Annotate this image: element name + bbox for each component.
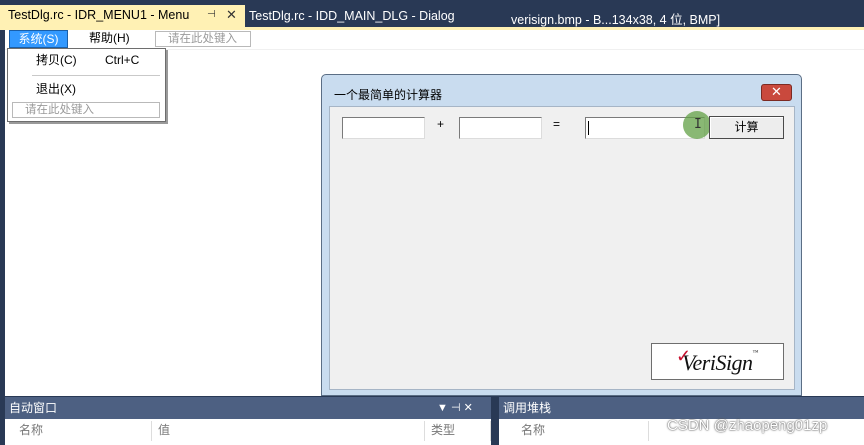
dialog-title: 一个最简单的计算器 — [334, 88, 443, 102]
close-icon[interactable]: ✕ — [226, 7, 237, 23]
column-name[interactable]: 名称 — [5, 421, 152, 441]
tab-menu-editor[interactable]: TestDlg.rc - IDR_MENU1 - Menu ⊣ ✕ — [0, 5, 245, 28]
tab-dialog-editor[interactable]: TestDlg.rc - IDD_MAIN_DLG - Dialog — [243, 6, 461, 27]
menu-item-copy-accelerator: Ctrl+C — [105, 53, 140, 67]
tab-dialog-editor-label: TestDlg.rc - IDD_MAIN_DLG - Dialog — [249, 9, 455, 23]
system-menu-dropdown: 拷贝(C) Ctrl+C 退出(X) 请在此处键入 — [7, 48, 166, 122]
verisign-logo-picture[interactable]: ✓ VeriSign™ — [651, 343, 784, 380]
operand1-input[interactable] — [342, 117, 425, 139]
text-caret — [588, 121, 589, 135]
call-stack-title: 调用堆栈 — [503, 401, 552, 415]
equals-label: = — [553, 117, 561, 131]
pin-icon[interactable]: ⊣ — [207, 9, 216, 20]
watermark: CSDN @zhaopeng01zp — [667, 417, 828, 434]
calculate-button[interactable]: 计算 — [709, 116, 784, 139]
column-type[interactable]: 类型 — [425, 421, 491, 441]
menu-item-help[interactable]: 帮助(H) — [85, 30, 134, 48]
dialog-client-area: + = I 计算 ✓ VeriSign™ — [329, 106, 795, 390]
menu-item-system[interactable]: 系统(S) — [9, 30, 68, 48]
dropdown-type-here-field[interactable]: 请在此处键入 — [12, 102, 160, 118]
trademark-mark: ™ — [752, 350, 759, 356]
auto-window-title: 自动窗口 — [9, 401, 58, 415]
operand2-input[interactable] — [459, 117, 542, 139]
calculator-dialog[interactable]: 一个最简单的计算器 ✕ + = I 计算 ✓ VeriSign™ — [321, 74, 802, 396]
panel-controls-icon[interactable]: ▼ ⊣ ✕ — [437, 397, 473, 419]
plus-label: + — [437, 117, 445, 131]
ide-window: { "tabs": [ {"label": "TestDlg.rc - IDR_… — [0, 0, 864, 445]
column-value[interactable]: 值 — [152, 421, 425, 441]
menu-item-copy[interactable]: 拷贝(C) Ctrl+C — [8, 50, 165, 71]
document-tab-strip: TestDlg.rc - IDR_MENU1 - Menu ⊣ ✕ TestDl… — [0, 0, 864, 28]
menu-type-here-field[interactable]: 请在此处键入 — [155, 31, 251, 47]
tab-menu-editor-label: TestDlg.rc - IDR_MENU1 - Menu — [8, 8, 190, 22]
tab-bitmap-editor[interactable]: verisign.bmp - B...134x38, 4 位, BMP] — [505, 6, 726, 27]
menu-item-exit-label: 退出(X) — [36, 82, 76, 96]
verisign-logo: ✓ VeriSign™ — [676, 346, 759, 376]
menu-item-exit[interactable]: 退出(X) — [8, 79, 165, 100]
verisign-logo-text: VeriSign — [682, 350, 753, 375]
menu-separator — [32, 75, 160, 76]
ibeam-cursor-icon: I — [694, 117, 702, 132]
auto-window-panel: 自动窗口 ▼ ⊣ ✕ 名称 值 类型 — [5, 397, 491, 445]
column-name[interactable]: 名称 — [499, 421, 649, 441]
call-stack-header: 调用堆栈 — [499, 397, 864, 419]
tab-bitmap-editor-label: verisign.bmp - B...134x38, 4 位, BMP] — [511, 13, 721, 27]
auto-window-header: 自动窗口 ▼ ⊣ ✕ — [5, 397, 491, 419]
dialog-close-button[interactable]: ✕ — [761, 84, 792, 101]
menu-item-copy-label: 拷贝(C) — [36, 53, 77, 67]
menu-editor-bar: 系统(S) 帮助(H) 请在此处键入 — [5, 30, 864, 50]
checkmark-icon: ✓ — [676, 346, 691, 366]
